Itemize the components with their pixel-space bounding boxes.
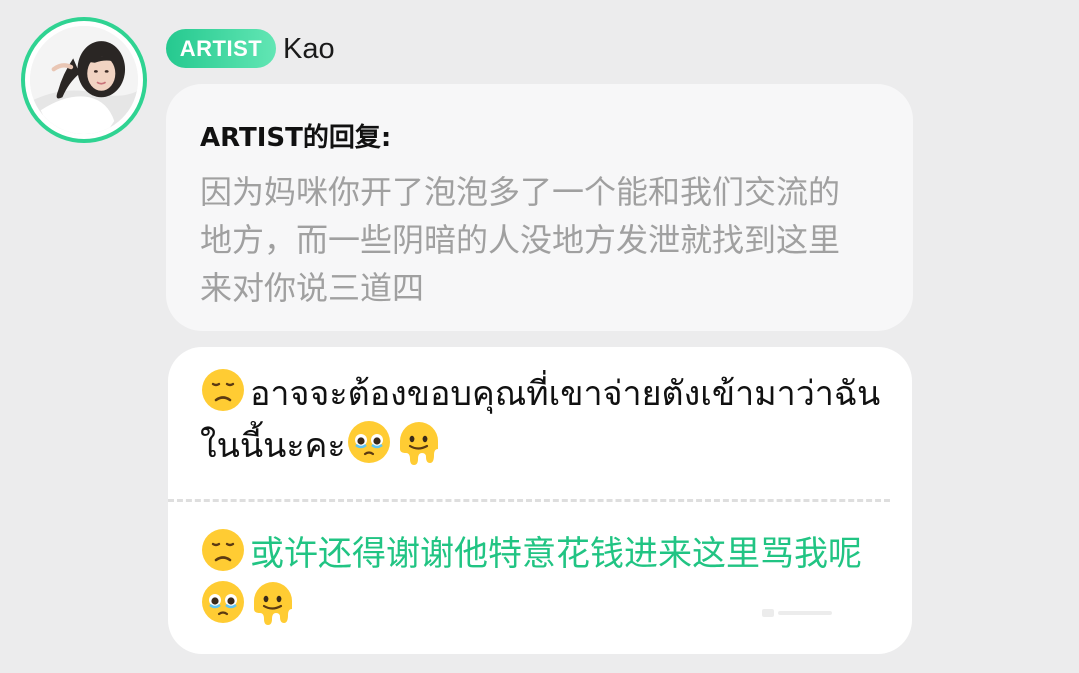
reply-message-card[interactable]: อาจจะต้องขอบคุณที่เขาจ่ายตังเข้ามาว่าฉัน… <box>168 347 912 654</box>
avatar[interactable] <box>21 17 147 143</box>
artist-name[interactable]: Kao <box>283 31 335 67</box>
melting-face-icon <box>250 579 296 625</box>
reply-translated-content: 或许还得谢谢他特意花钱进来这里骂我呢 <box>250 534 862 574</box>
quote-title: ARTIST的回复: <box>200 123 392 153</box>
quote-body: 因为妈咪你开了泡泡多了一个能和我们交流的地方，而一些阴暗的人没地方发泄就找到这里… <box>200 173 841 307</box>
disappointed-face-icon <box>200 527 246 573</box>
reply-original-content: อาจจะต้องขอบคุณที่เขาจ่ายตังเข้ามาว่าฉัน… <box>200 374 881 466</box>
translation-divider <box>168 499 890 502</box>
melting-face-icon <box>396 419 442 465</box>
quoted-message-card[interactable]: ARTIST的回复: 因为妈咪你开了泡泡多了一个能和我们交流的地方，而一些阴暗的… <box>166 84 913 331</box>
face-holding-back-tears-icon <box>200 579 246 625</box>
profile-photo-icon <box>30 26 138 134</box>
disappointed-face-icon <box>200 367 246 413</box>
artist-badge: ARTIST <box>166 29 276 68</box>
reply-original-text: อาจจะต้องขอบคุณที่เขาจ่ายตังเข้ามาว่าฉัน… <box>200 367 890 471</box>
profile-photo <box>30 26 138 134</box>
watermark-icon <box>762 609 832 617</box>
face-holding-back-tears-icon <box>346 419 392 465</box>
